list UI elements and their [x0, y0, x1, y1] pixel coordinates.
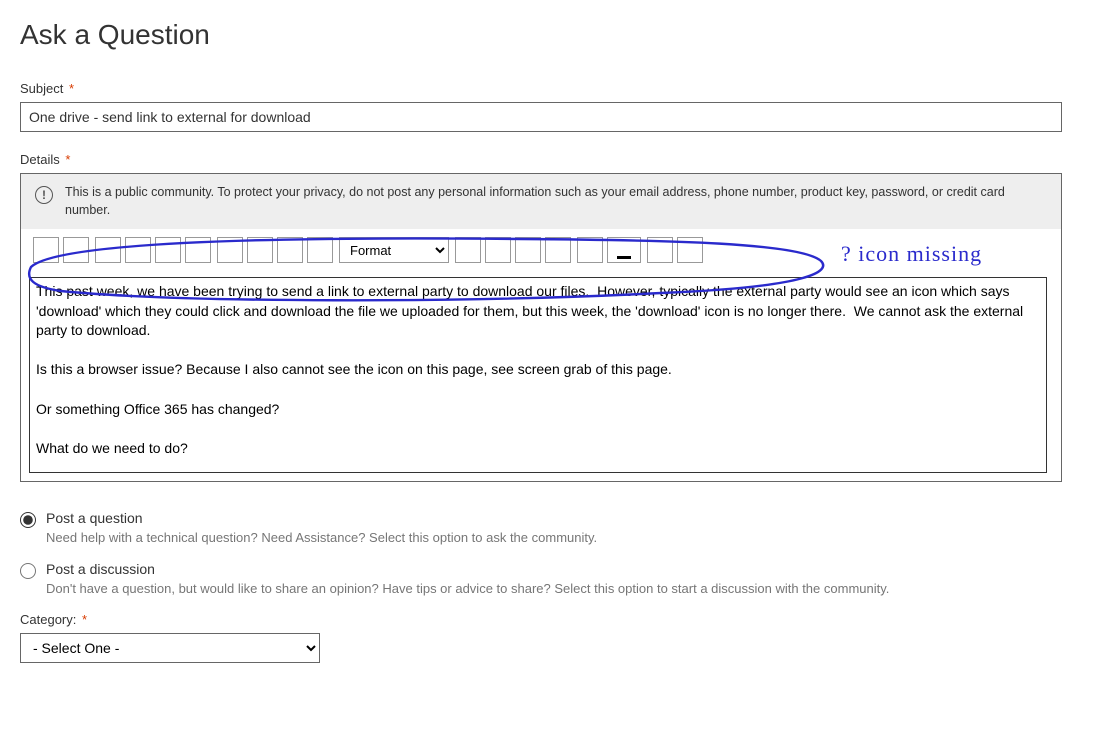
details-textarea[interactable]: This past week, we have been trying to s…: [29, 277, 1047, 473]
privacy-banner-text: This is a public community. To protect y…: [65, 184, 1047, 219]
toolbar-button[interactable]: [125, 237, 151, 263]
radio-question-desc: Need help with a technical question? Nee…: [46, 530, 1081, 545]
details-editor-container: ! This is a public community. To protect…: [20, 173, 1062, 482]
toolbar-button[interactable]: [647, 237, 673, 263]
editor-region: ? icon missing Format: [21, 229, 1061, 481]
radio-discussion-label: Post a discussion: [46, 561, 155, 577]
toolbar-button[interactable]: [247, 237, 273, 263]
toolbar-color-button[interactable]: [607, 237, 641, 263]
toolbar-group-3: [217, 237, 333, 263]
required-asterisk: *: [69, 81, 74, 96]
radio-discussion[interactable]: [20, 563, 36, 579]
toolbar-button[interactable]: [545, 237, 571, 263]
toolbar-button[interactable]: [277, 237, 303, 263]
toolbar-group-1: [33, 237, 89, 263]
required-asterisk: *: [82, 612, 87, 627]
radio-question[interactable]: [20, 512, 36, 528]
radio-question-label: Post a question: [46, 510, 143, 526]
subject-label: Subject *: [20, 81, 1081, 96]
privacy-banner: ! This is a public community. To protect…: [21, 174, 1061, 229]
toolbar-button[interactable]: [217, 237, 243, 263]
color-underline-icon: [617, 256, 631, 259]
toolbar-button[interactable]: [33, 237, 59, 263]
warning-icon: !: [35, 186, 53, 204]
toolbar-button[interactable]: [185, 237, 211, 263]
details-label-text: Details: [20, 152, 60, 167]
category-select[interactable]: - Select One -: [20, 633, 320, 663]
toolbar-group-2: [95, 237, 211, 263]
category-label: Category: *: [20, 612, 1081, 627]
toolbar-button[interactable]: [155, 237, 181, 263]
toolbar-button[interactable]: [455, 237, 481, 263]
toolbar-button[interactable]: [307, 237, 333, 263]
toolbar-button[interactable]: [485, 237, 511, 263]
toolbar-group-5: [577, 237, 641, 263]
editor-toolbar: Format: [29, 237, 1053, 263]
required-asterisk: *: [65, 152, 70, 167]
radio-discussion-desc: Don't have a question, but would like to…: [46, 581, 1081, 596]
category-label-text: Category:: [20, 612, 76, 627]
post-type-option-question[interactable]: Post a question: [20, 510, 1081, 528]
toolbar-group-6: [647, 237, 703, 263]
toolbar-button[interactable]: [95, 237, 121, 263]
post-type-group: Post a question Need help with a technic…: [20, 510, 1081, 596]
toolbar-button[interactable]: [515, 237, 541, 263]
toolbar-group-4: [455, 237, 571, 263]
format-select[interactable]: Format: [339, 237, 449, 263]
subject-input[interactable]: [20, 102, 1062, 132]
page-title: Ask a Question: [20, 19, 1081, 51]
toolbar-button[interactable]: [677, 237, 703, 263]
post-type-option-discussion[interactable]: Post a discussion: [20, 561, 1081, 579]
subject-label-text: Subject: [20, 81, 63, 96]
details-label: Details *: [20, 152, 1081, 167]
toolbar-button[interactable]: [63, 237, 89, 263]
toolbar-button[interactable]: [577, 237, 603, 263]
